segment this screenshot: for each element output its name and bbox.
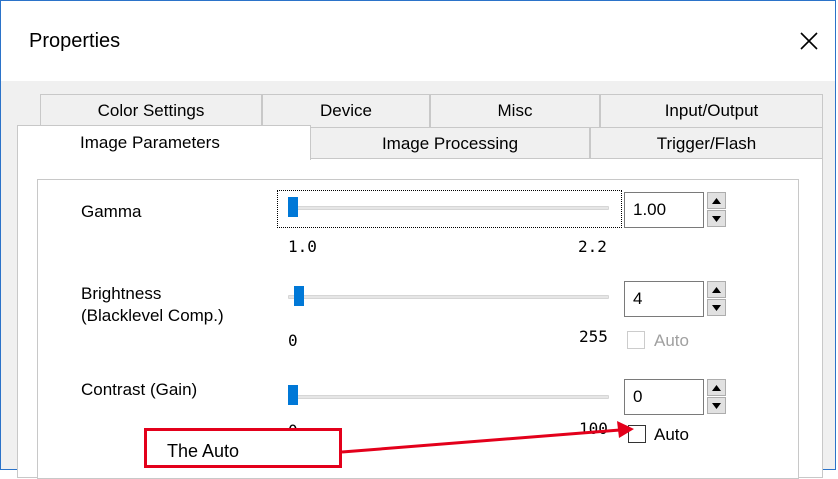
tab-label: Misc [497, 101, 533, 120]
contrast-auto-label: Auto [654, 425, 689, 444]
tab-trigger-flash[interactable]: Trigger/Flash [590, 127, 823, 160]
brightness-min-label: 0 [288, 331, 298, 350]
contrast-max-label: 100 [579, 419, 608, 438]
gamma-label: Gamma [81, 202, 142, 221]
gamma-slider-thumb[interactable] [288, 197, 298, 217]
close-icon [800, 32, 818, 50]
triangle-down-icon [712, 402, 721, 409]
triangle-down-icon [712, 304, 721, 311]
gamma-slider-track[interactable] [288, 206, 609, 210]
tab-label: Image Parameters [80, 133, 220, 152]
contrast-spin-down[interactable] [707, 397, 726, 414]
brightness-max-label: 255 [579, 327, 608, 346]
contrast-spin-up[interactable] [707, 379, 726, 396]
brightness-slider-thumb[interactable] [294, 286, 304, 306]
tab-image-parameters[interactable]: Image Parameters [17, 125, 311, 160]
triangle-up-icon [712, 384, 721, 391]
contrast-label: Contrast (Gain) [81, 380, 198, 399]
brightness-sublabel: (Blacklevel Comp.) [81, 306, 224, 325]
annotation-box: The Auto [144, 428, 342, 468]
gamma-spin-down[interactable] [707, 210, 726, 227]
triangle-up-icon [712, 286, 721, 293]
tab-label: Device [320, 101, 372, 120]
contrast-slider-thumb[interactable] [288, 385, 298, 405]
gamma-max-label: 2.2 [578, 237, 607, 256]
triangle-down-icon [712, 215, 721, 222]
brightness-label: Brightness [81, 284, 162, 303]
contrast-value-field[interactable]: 0 [624, 379, 704, 415]
contrast-slider-track[interactable] [288, 395, 609, 399]
title-bar: Properties [1, 1, 835, 81]
brightness-value-field[interactable]: 4 [624, 281, 704, 317]
brightness-spin-down[interactable] [707, 299, 726, 316]
brightness-auto-label: Auto [654, 331, 689, 350]
tab-misc[interactable]: Misc [430, 94, 600, 127]
gamma-spinner[interactable] [707, 192, 726, 228]
gamma-value-field[interactable]: 1.00 [624, 192, 704, 228]
contrast-auto-checkbox[interactable] [628, 425, 646, 443]
tab-image-processing[interactable]: Image Processing [310, 127, 590, 160]
triangle-up-icon [712, 197, 721, 204]
contrast-spinner[interactable] [707, 379, 726, 415]
tab-label: Input/Output [664, 101, 759, 120]
brightness-slider-track[interactable] [288, 295, 609, 299]
tab-label: Color Settings [97, 101, 205, 120]
annotation-text: The Auto [167, 441, 240, 461]
properties-window: Properties Color Settings Device Misc In… [0, 0, 836, 479]
tab-device[interactable]: Device [262, 94, 430, 127]
brightness-spin-up[interactable] [707, 281, 726, 298]
window-title: Properties [29, 30, 121, 52]
gamma-spin-up[interactable] [707, 192, 726, 209]
tab-input-output[interactable]: Input/Output [600, 94, 823, 127]
tab-label: Trigger/Flash [656, 134, 757, 153]
gamma-min-label: 1.0 [288, 237, 317, 256]
brightness-auto-checkbox[interactable] [627, 331, 645, 349]
close-button[interactable] [791, 23, 827, 59]
brightness-spinner[interactable] [707, 281, 726, 317]
tab-label: Image Processing [381, 134, 519, 153]
tab-color-settings[interactable]: Color Settings [40, 94, 262, 127]
